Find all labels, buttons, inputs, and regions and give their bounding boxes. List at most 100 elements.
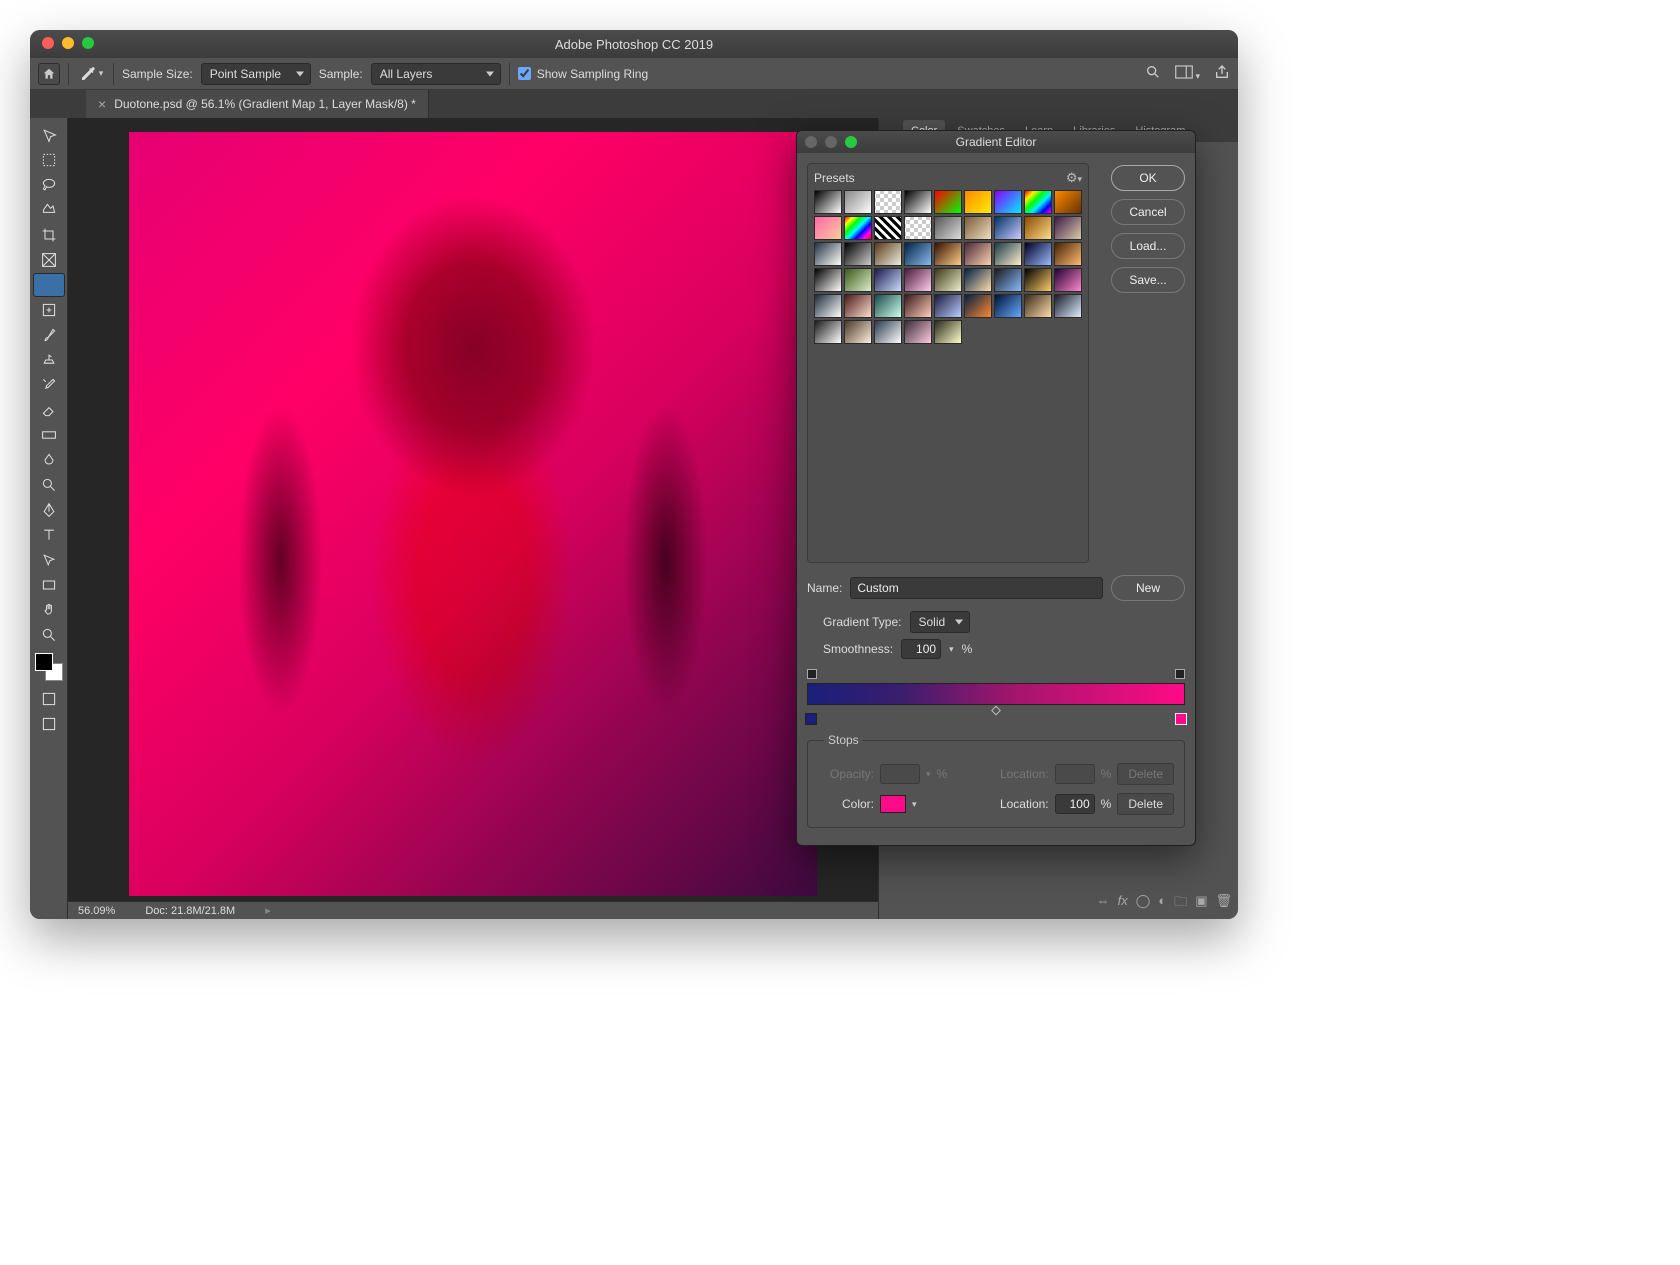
gradient-tool[interactable] (34, 423, 64, 447)
dialog-titlebar[interactable]: Gradient Editor (797, 131, 1195, 153)
spot-heal-tool[interactable] (34, 298, 64, 322)
color-stop-right[interactable] (1175, 713, 1187, 725)
gradient-ramp[interactable] (807, 669, 1185, 727)
gradient-type-select[interactable]: Solid (910, 611, 970, 633)
preset-swatch[interactable] (964, 242, 992, 266)
preset-swatch[interactable] (1054, 216, 1082, 240)
preset-swatch[interactable] (844, 242, 872, 266)
color-location-input[interactable] (1055, 794, 1095, 814)
blur-tool[interactable] (34, 448, 64, 472)
eraser-tool[interactable] (34, 398, 64, 422)
gradient-strip[interactable] (807, 683, 1185, 705)
screen-mode-icon[interactable] (34, 712, 64, 736)
zoom-window-button[interactable] (82, 37, 94, 49)
preset-swatch[interactable] (964, 216, 992, 240)
workspace-icon[interactable]: ▾ (1175, 65, 1200, 82)
search-icon[interactable] (1145, 64, 1161, 83)
preset-swatch[interactable] (934, 320, 962, 344)
trash-icon[interactable]: 🗑 (1215, 893, 1232, 915)
preset-swatch[interactable] (874, 294, 902, 318)
path-select-tool[interactable] (34, 548, 64, 572)
preset-swatch[interactable] (814, 294, 842, 318)
edit-mode-icon[interactable] (34, 687, 64, 711)
hand-tool[interactable] (34, 598, 64, 622)
preset-swatch[interactable] (904, 268, 932, 292)
marquee-tool[interactable] (34, 148, 64, 172)
preset-swatch[interactable] (934, 216, 962, 240)
share-icon[interactable] (1214, 64, 1230, 83)
preset-swatch[interactable] (904, 190, 932, 214)
preset-swatch[interactable] (904, 242, 932, 266)
doc-size-readout[interactable]: Doc: 21.8M/21.8M (145, 905, 235, 917)
move-tool[interactable] (34, 123, 64, 147)
new-button[interactable]: New (1111, 575, 1185, 601)
preset-swatch[interactable] (844, 320, 872, 344)
preset-swatch[interactable] (874, 216, 902, 240)
document-canvas[interactable] (129, 132, 817, 896)
color-swatches[interactable] (35, 653, 63, 681)
preset-swatch[interactable] (874, 320, 902, 344)
close-window-button[interactable] (42, 37, 54, 49)
midpoint-handle[interactable] (991, 706, 1001, 716)
opacity-stop-left[interactable] (807, 669, 817, 679)
quick-select-tool[interactable] (34, 198, 64, 222)
preset-swatch[interactable] (934, 294, 962, 318)
preset-swatch[interactable] (874, 268, 902, 292)
lasso-tool[interactable] (34, 173, 64, 197)
preset-swatch[interactable] (814, 320, 842, 344)
dodge-tool[interactable] (34, 473, 64, 497)
new-icon[interactable]: ▣ (1195, 893, 1207, 915)
preset-swatch[interactable] (934, 242, 962, 266)
preset-swatch[interactable] (814, 216, 842, 240)
gradient-editor-dialog[interactable]: Gradient Editor Presets ⚙▾ OK Cancel Loa… (796, 130, 1196, 846)
preset-swatch[interactable] (1054, 190, 1082, 214)
preset-swatch[interactable] (1024, 294, 1052, 318)
preset-swatch[interactable] (964, 190, 992, 214)
preset-swatch[interactable] (964, 268, 992, 292)
preset-swatch[interactable] (934, 268, 962, 292)
zoom-icon[interactable] (845, 136, 857, 148)
preset-swatch[interactable] (1024, 190, 1052, 214)
preset-swatch[interactable] (844, 190, 872, 214)
mask-icon[interactable]: ◯ (1136, 893, 1151, 915)
rectangle-tool[interactable] (34, 573, 64, 597)
fx-icon[interactable]: fx (1118, 893, 1128, 915)
history-brush-tool[interactable] (34, 373, 64, 397)
ok-button[interactable]: OK (1111, 165, 1185, 191)
adjustment-icon[interactable]: ◐ (1158, 893, 1166, 915)
preset-swatch[interactable] (1054, 294, 1082, 318)
color-swatch[interactable] (880, 795, 906, 813)
delete-color-stop-button[interactable]: Delete (1117, 793, 1174, 815)
preset-swatch[interactable] (994, 190, 1022, 214)
close-icon[interactable] (805, 136, 817, 148)
load-button[interactable]: Load... (1111, 233, 1185, 259)
document-tab[interactable]: × Duotone.psd @ 56.1% (Gradient Map 1, L… (86, 90, 429, 118)
preset-swatch[interactable] (1054, 242, 1082, 266)
zoom-tool[interactable] (34, 623, 64, 647)
preset-swatch[interactable] (904, 294, 932, 318)
sample-select[interactable]: All Layers (371, 63, 501, 85)
preset-swatch[interactable] (904, 320, 932, 344)
preset-swatch[interactable] (874, 190, 902, 214)
minimize-window-button[interactable] (62, 37, 74, 49)
smoothness-input[interactable] (901, 639, 941, 659)
preset-swatch[interactable] (994, 294, 1022, 318)
folder-icon[interactable]: 🗀 (1174, 893, 1187, 915)
frame-tool[interactable] (34, 248, 64, 272)
eyedropper-tool[interactable] (33, 273, 65, 297)
type-tool[interactable] (34, 523, 64, 547)
show-sampling-ring-checkbox[interactable]: Show Sampling Ring (518, 67, 648, 81)
preset-swatch[interactable] (844, 216, 872, 240)
show-sampling-ring-input[interactable] (518, 67, 531, 80)
gradient-name-input[interactable] (850, 577, 1103, 599)
preset-swatch[interactable] (964, 294, 992, 318)
preset-swatch[interactable] (1054, 268, 1082, 292)
preset-swatch[interactable] (994, 242, 1022, 266)
preset-swatch[interactable] (1024, 268, 1052, 292)
preset-swatch[interactable] (1024, 242, 1052, 266)
home-button[interactable] (38, 63, 60, 85)
clone-stamp-tool[interactable] (34, 348, 64, 372)
preset-swatch[interactable] (874, 242, 902, 266)
preset-swatch[interactable] (994, 268, 1022, 292)
pen-tool[interactable] (34, 498, 64, 522)
